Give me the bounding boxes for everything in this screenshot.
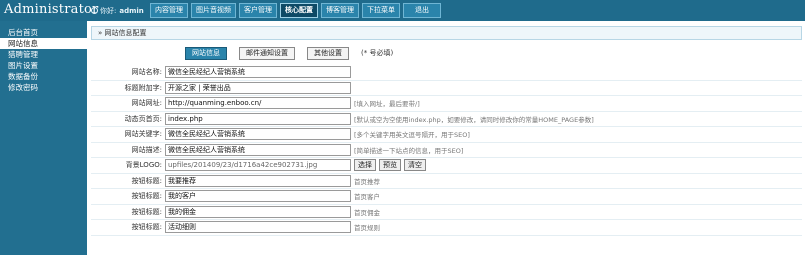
form-row-home-page: 动态页首页: index.php [默认或空为空使用index.php，如要修改… <box>91 112 802 127</box>
site-name-input[interactable]: 微信全民经纪人营销系统 <box>165 66 351 79</box>
button-title-2-hint: 首页客户 <box>354 193 380 202</box>
form-row-site-url: 网站网址: http://quanming.enboo.cn/ [填入网址，最后… <box>91 96 802 112</box>
button-title-3-hint: 首页佣金 <box>354 208 380 217</box>
username: admin <box>119 7 144 15</box>
top-bar: Administrator 你好: admin 内容管理 图片音视频 客户管理 核… <box>0 0 805 21</box>
sidebar-item-site-info[interactable]: 网站信息 <box>0 38 87 49</box>
button-title-1-hint: 首页推荐 <box>354 177 380 186</box>
app-title: Administrator <box>4 2 99 17</box>
description-input[interactable]: 微信全民经纪人营销系统 <box>165 143 351 156</box>
sidebar-item-password[interactable]: 修改密码 <box>0 82 87 93</box>
site-info-form: 网站名称: 微信全民经纪人营销系统 标题附加字: 开源之家 | 荣誉出品 网站网… <box>91 65 802 236</box>
user-greeting: 你好: admin <box>91 6 144 16</box>
keywords-input[interactable]: 微信全民经纪人营销系统 <box>165 128 351 141</box>
logo-path-input[interactable]: upfiles/201409/23/d1716a42ce902731.jpg <box>165 159 351 172</box>
nav-tab-content[interactable]: 内容管理 <box>150 3 188 18</box>
home-page-label: 动态页首页: <box>124 114 162 123</box>
site-url-input[interactable]: http://quanming.enboo.cn/ <box>165 97 351 110</box>
form-row-keywords: 网站关键字: 微信全民经纪人营销系统 [多个关键字用英文逗号隔开，用于SEO] <box>91 127 802 143</box>
required-note: (* 号必填) <box>361 49 394 57</box>
site-name-label: 网站名称: <box>131 68 162 77</box>
tab-email-notify[interactable]: 邮件通知设置 <box>239 46 295 60</box>
button-title-4-input[interactable]: 活动细则 <box>165 221 351 234</box>
nav-tab-dropdown[interactable]: 下拉菜单 <box>362 3 400 18</box>
button-title-3-label: 按钮标题: <box>131 207 162 216</box>
button-title-4-hint: 首页规则 <box>354 224 380 233</box>
form-row-logo: 背景LOGO: upfiles/201409/23/d1716a42ce9027… <box>91 158 802 174</box>
button-title-2-label: 按钮标题: <box>131 192 162 201</box>
form-row-site-name: 网站名称: 微信全民经纪人营销系统 <box>91 65 802 81</box>
form-row-button-title-2: 按钮标题: 我的客户 首页客户 <box>91 189 802 205</box>
title-suffix-input[interactable]: 开源之家 | 荣誉出品 <box>165 81 351 94</box>
tab-other-settings[interactable]: 其他设置 <box>307 46 349 60</box>
nav-tab-customers[interactable]: 客户管理 <box>239 3 277 18</box>
sidebar: 后台首页 网站信息 猎聘管理 图片设置 数据备份 修改密码 <box>0 21 87 255</box>
nav-tab-logout[interactable]: 退出 <box>403 3 441 18</box>
breadcrumb: » 网站信息配置 <box>91 26 802 40</box>
keywords-hint: [多个关键字用英文逗号隔开，用于SEO] <box>354 131 470 140</box>
title-suffix-label: 标题附加字: <box>124 83 162 92</box>
nav-tab-core-config[interactable]: 核心配置 <box>280 3 318 18</box>
form-row-button-title-1: 按钮标题: 我要推荐 首页推荐 <box>91 174 802 189</box>
button-title-2-input[interactable]: 我的客户 <box>165 190 351 203</box>
button-title-4-label: 按钮标题: <box>131 223 162 232</box>
description-hint: [简单描述一下站点的信息，用于SEO] <box>354 146 464 155</box>
logo-preview-button[interactable]: 预览 <box>379 159 401 172</box>
home-page-hint: [默认或空为空使用index.php，如要修改，请同时修改你的常量HOME_PA… <box>354 115 594 124</box>
nav-tab-media[interactable]: 图片音视频 <box>191 3 236 18</box>
greeting-label: 你好: <box>100 7 117 15</box>
sidebar-item-image-settings[interactable]: 图片设置 <box>0 60 87 71</box>
form-row-button-title-3: 按钮标题: 我的佣金 首页佣金 <box>91 205 802 220</box>
button-title-3-input[interactable]: 我的佣金 <box>165 205 351 218</box>
form-row-description: 网站描述: 微信全民经纪人营销系统 [简单描述一下站点的信息，用于SEO] <box>91 143 802 158</box>
logo-clear-button[interactable]: 清空 <box>404 159 426 172</box>
sidebar-item-backup[interactable]: 数据备份 <box>0 71 87 82</box>
site-url-hint: [填入网址，最后要带/] <box>354 100 420 109</box>
form-row-title-suffix: 标题附加字: 开源之家 | 荣誉出品 <box>91 81 802 96</box>
keywords-label: 网站关键字: <box>124 130 162 139</box>
sidebar-item-recruit[interactable]: 猎聘管理 <box>0 49 87 60</box>
settings-tabs: 网站信息 邮件通知设置 其他设置 (* 号必填) <box>185 46 393 60</box>
user-icon <box>91 7 98 14</box>
form-row-button-title-4: 按钮标题: 活动细则 首页规则 <box>91 220 802 236</box>
button-title-1-input[interactable]: 我要推荐 <box>165 174 351 187</box>
tab-site-info[interactable]: 网站信息 <box>185 46 227 60</box>
sidebar-item-home[interactable]: 后台首页 <box>0 27 87 38</box>
top-nav: 内容管理 图片音视频 客户管理 核心配置 博客管理 下拉菜单 退出 <box>150 3 441 19</box>
nav-tab-blog[interactable]: 博客管理 <box>321 3 359 18</box>
logo-select-button[interactable]: 选择 <box>354 159 376 172</box>
description-label: 网站描述: <box>131 145 162 154</box>
button-title-1-label: 按钮标题: <box>131 176 162 185</box>
site-url-label: 网站网址: <box>131 99 162 108</box>
logo-label: 背景LOGO: <box>125 161 162 170</box>
home-page-input[interactable]: index.php <box>165 112 351 125</box>
main-content: » 网站信息配置 网站信息 邮件通知设置 其他设置 (* 号必填) 网站名称: … <box>87 21 805 255</box>
